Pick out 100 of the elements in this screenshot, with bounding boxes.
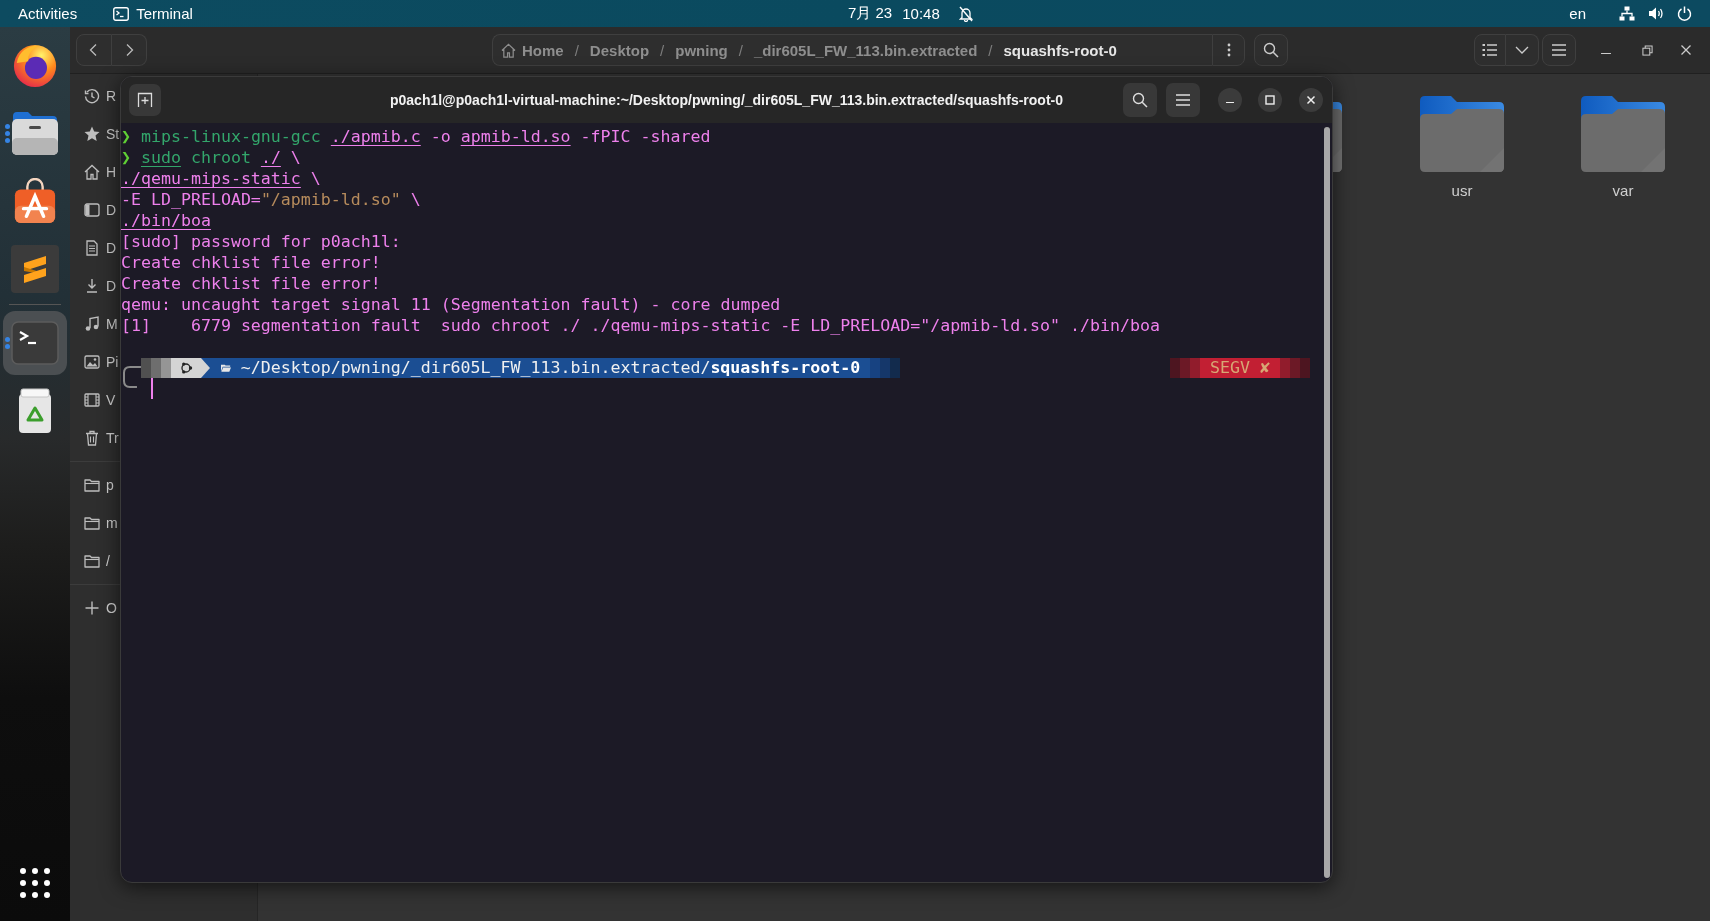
window-title: p0ach1l@p0ach1l-virtual-machine:~/Desktop/pwning/_dir605L_FW_113.bin.extracted/squashfs-root-0: [390, 92, 1063, 108]
close-button[interactable]: [1299, 88, 1323, 112]
volume-icon: [1648, 6, 1664, 21]
command-line: ❯ mips-linux-gnu-gcc ./apmib.c -o apmib-ld.so -fPIC -shared: [121, 126, 712, 147]
sidebar-item[interactable]: V: [70, 381, 116, 419]
sidebar-item[interactable]: Tr: [70, 419, 119, 457]
path-segment[interactable]: Home: [501, 41, 564, 59]
music-note-icon: [84, 316, 100, 332]
fade-blocks-icon: [1170, 357, 1200, 378]
file-item[interactable]: var: [1563, 96, 1683, 199]
folder-icon: [84, 515, 100, 531]
input-source-button[interactable]: en: [1569, 0, 1586, 27]
menu-icon: [1175, 94, 1191, 106]
document-icon: [84, 240, 100, 256]
command-line: ./qemu-mips-static \: [121, 168, 322, 189]
sidebar-item[interactable]: M: [70, 305, 118, 343]
sidebar-item[interactable]: O: [70, 589, 117, 627]
path-segment[interactable]: Desktop: [589, 41, 650, 59]
recycle-bin-icon: [17, 388, 53, 434]
output-line: [sudo] password for p0ach1l:: [121, 231, 402, 252]
logo-icon: [178, 360, 193, 375]
list-icon: [1482, 43, 1498, 57]
folder-icon: [84, 477, 100, 493]
output-line: Create chklist file error!: [121, 273, 382, 294]
sidebar-item[interactable]: D: [70, 229, 117, 267]
path-segment[interactable]: _dir605L_FW_113.bin.extracted: [753, 41, 978, 59]
command-line: ./bin/boa: [121, 210, 212, 231]
minimize-icon: [1226, 101, 1234, 104]
chevron-down-icon: [1515, 46, 1529, 54]
scrollbar[interactable]: [1324, 127, 1330, 878]
terminal-icon: [11, 321, 59, 365]
activities-button[interactable]: Activities: [18, 0, 78, 27]
plus-icon: [84, 600, 100, 616]
sidebar-item[interactable]: R: [70, 77, 117, 115]
view-options-button[interactable]: [1506, 34, 1539, 66]
window-icon: [84, 202, 100, 218]
file-item[interactable]: usr: [1402, 96, 1522, 199]
flame-globe-icon: [12, 42, 58, 88]
zigzag-tile-icon: [11, 245, 59, 293]
maximize-icon: [1265, 95, 1275, 105]
close-icon: [1306, 95, 1316, 105]
app-menu-button[interactable]: Terminal: [113, 0, 193, 27]
path-separator: /: [988, 41, 993, 59]
search-button[interactable]: [1123, 83, 1157, 117]
sidebar-item[interactable]: p: [70, 466, 114, 504]
path-separator: /: [738, 41, 743, 59]
download-icon: [84, 278, 100, 294]
command-line: -E LD_PRELOAD="/apmib-ld.so" \: [121, 189, 422, 210]
minimize-icon: [1601, 52, 1611, 55]
text-cursor-icon: [150, 378, 153, 399]
folder-icon: [10, 110, 60, 156]
path-segment[interactable]: pwning: [675, 41, 728, 59]
vertical-dots-icon: [1226, 43, 1231, 57]
folder-icon: [84, 553, 100, 569]
sidebar-item[interactable]: H: [70, 153, 117, 191]
power-icon: [1677, 6, 1692, 21]
shopping-bag-icon: [13, 178, 57, 224]
fade-blocks-icon: [870, 357, 901, 378]
sidebar-item[interactable]: /: [70, 542, 110, 580]
home-icon: [84, 164, 100, 180]
app-grid-icon: [20, 868, 50, 898]
fade-blocks-icon: [140, 357, 171, 378]
prompt-frame-icon: [121, 366, 141, 388]
folder-icon: [220, 362, 231, 373]
trash-icon: [84, 430, 100, 446]
output-line: Create chklist file error!: [121, 252, 382, 273]
image-icon: [84, 354, 100, 370]
menu-button[interactable]: [1166, 83, 1200, 117]
output-line: qemu: uncaught target signal 11 (Segmentation fault) - core dumped: [121, 294, 782, 315]
search-button[interactable]: [1254, 34, 1288, 66]
menu-icon: [1551, 44, 1567, 56]
clock-icon: [84, 88, 100, 104]
terminal-icon: [113, 6, 130, 21]
search-icon: [1132, 92, 1148, 108]
path-separator: /: [574, 41, 579, 59]
new-tab-button[interactable]: [129, 84, 161, 116]
home-icon: [501, 42, 516, 58]
clock-button[interactable]: 7月 23 10:48: [848, 0, 973, 27]
new-tab-icon: [137, 92, 153, 108]
folder-icon: [1581, 96, 1665, 172]
sidebar-item[interactable]: St: [70, 115, 120, 153]
search-icon: [1263, 42, 1279, 58]
list-view-button[interactable]: [1474, 34, 1506, 66]
output-line: [1] 6779 segmentation fault sudo chroot ./ ./qemu-mips-static -E LD_PRELOAD="/apmib-ld.so" ./bin/boa: [121, 315, 1161, 336]
command-line: ❯ sudo chroot ./ \: [121, 147, 302, 168]
sidebar-item[interactable]: Pi: [70, 343, 119, 381]
menu-button[interactable]: [1542, 34, 1576, 66]
path-separator: /: [660, 41, 665, 59]
maximize-button[interactable]: [1258, 88, 1282, 112]
folder-icon: [1420, 96, 1504, 172]
sidebar-item[interactable]: D: [70, 191, 117, 229]
sidebar-item[interactable]: m: [70, 504, 118, 542]
restore-icon: [1641, 44, 1653, 56]
directory-path: ~/Desktop/pwning/_dir605L_FW_113.bin.extracted/squashfs-root-0: [240, 357, 861, 378]
exit-status: SEGV ✘: [1199, 357, 1280, 378]
network-icon: [1619, 6, 1635, 21]
sidebar-item[interactable]: D: [70, 267, 117, 305]
path-segment[interactable]: squashfs-root-0: [1003, 41, 1117, 59]
close-icon: [1680, 44, 1692, 56]
star-icon: [84, 126, 100, 142]
